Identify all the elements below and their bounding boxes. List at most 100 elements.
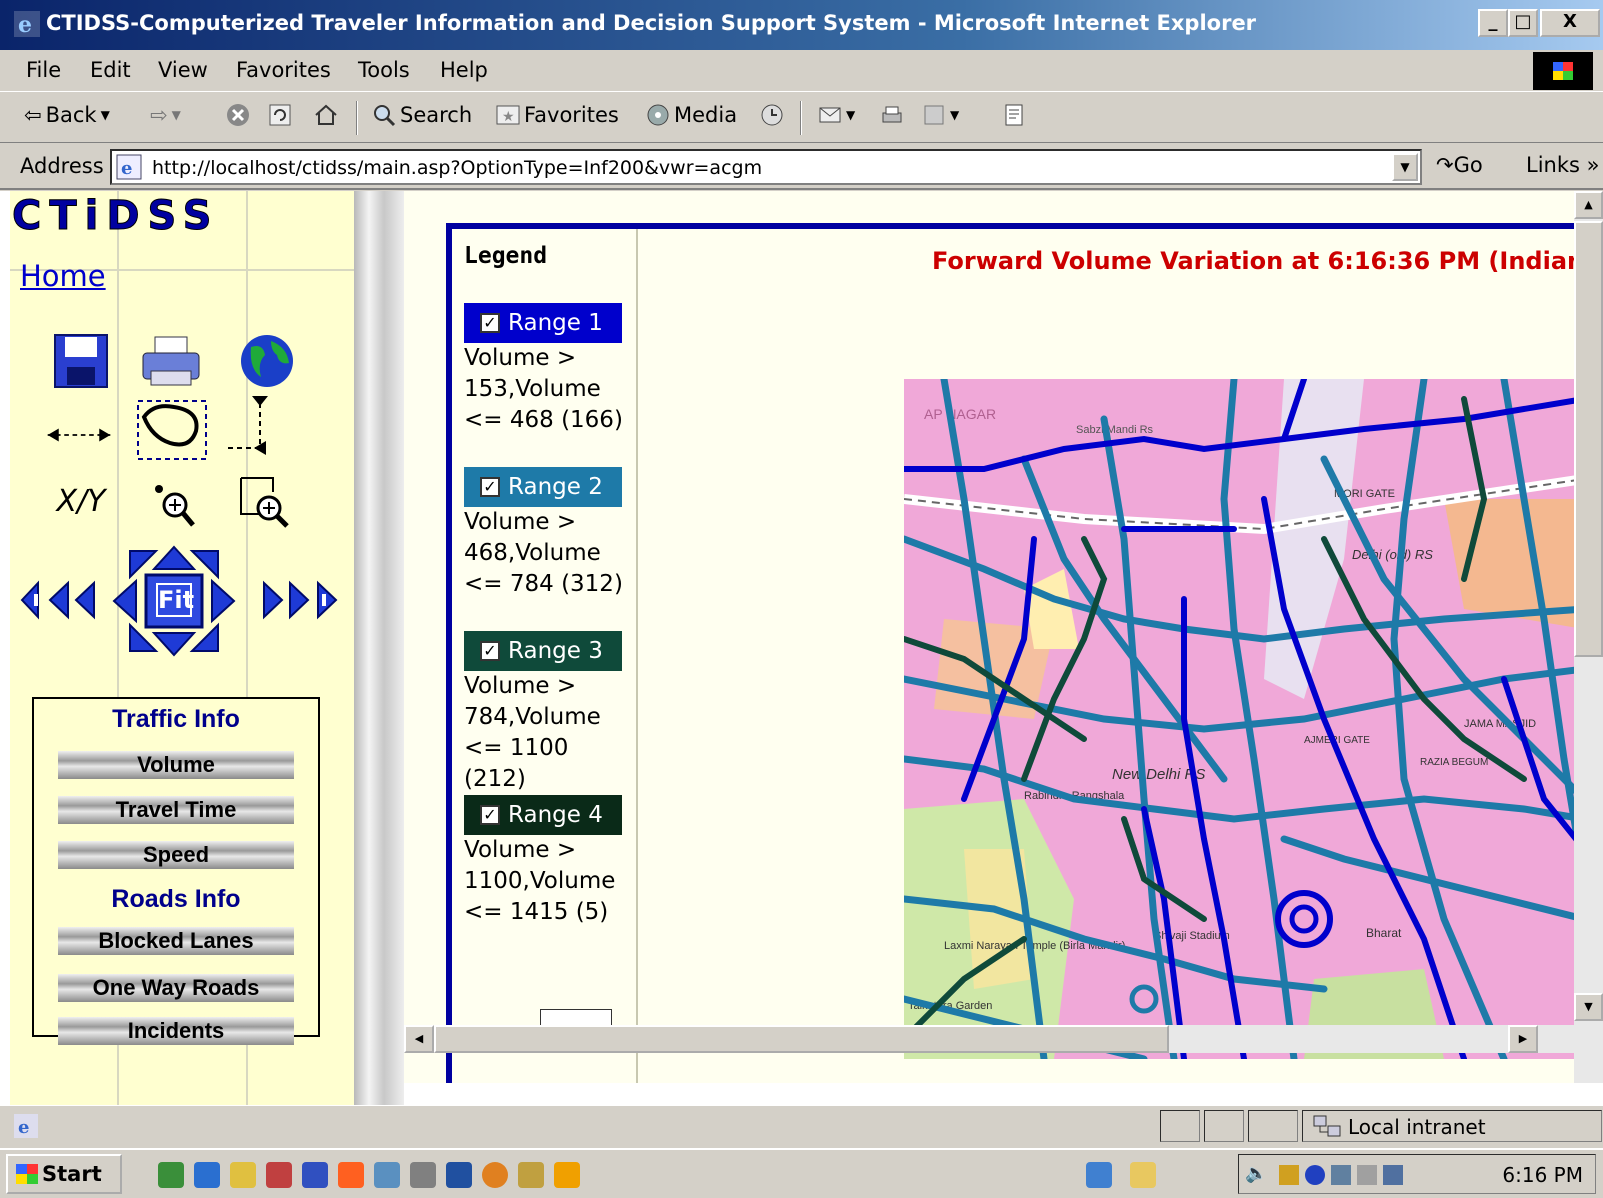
links-button[interactable]: Links » <box>1526 153 1599 177</box>
clock: 6:16 PM <box>1502 1163 1583 1187</box>
close-button[interactable]: X <box>1540 9 1600 37</box>
range-3-description: Volume > 784,Volume <= 1100 (212) <box>464 671 634 795</box>
back-label: Back <box>45 103 97 127</box>
travel-time-button[interactable]: Travel Time <box>58 796 294 824</box>
fit-button[interactable]: Fit <box>156 583 194 617</box>
refresh-button[interactable] <box>268 103 292 127</box>
discuss-button[interactable] <box>1002 103 1026 127</box>
title-bar: e CTIDSS-Computerized Traveler Informati… <box>0 0 1603 50</box>
network-icon[interactable] <box>1383 1165 1403 1185</box>
history-button[interactable] <box>760 103 784 127</box>
menu-favorites[interactable]: Favorites <box>236 58 331 82</box>
move-corner-icon <box>228 396 268 455</box>
horizontal-scrollbar[interactable]: ◀ ▶ <box>404 1025 1574 1053</box>
ie-page-icon: e <box>14 1114 38 1138</box>
menu-edit[interactable]: Edit <box>90 58 131 82</box>
zoom-box-tool-button[interactable] <box>230 473 300 533</box>
favorites-label: Favorites <box>524 103 619 127</box>
save-tool-button[interactable] <box>46 331 116 391</box>
quicklaunch-icon[interactable] <box>230 1162 256 1188</box>
select-region-tool-button[interactable] <box>134 397 210 463</box>
minimize-button[interactable]: _ <box>1478 9 1508 37</box>
range-1-toggle[interactable]: ✓ Range 1 <box>464 303 622 343</box>
range-3-toggle[interactable]: ✓ Range 3 <box>464 631 622 671</box>
move-tool-button[interactable] <box>224 396 294 457</box>
range-4-toggle[interactable]: ✓ Range 4 <box>464 795 622 835</box>
range-3-line2: 784,Volume <box>464 704 601 730</box>
speed-button[interactable]: Speed <box>58 841 294 869</box>
restore-button[interactable]: □ <box>1508 9 1538 37</box>
quicklaunch-icon[interactable] <box>266 1162 292 1188</box>
mail-icon <box>819 107 841 123</box>
quicklaunch-icon[interactable] <box>158 1162 184 1188</box>
media-button[interactable]: Media <box>646 103 737 127</box>
scroll-left-button[interactable]: ◀ <box>404 1025 434 1053</box>
volume-icon[interactable]: 🔈 <box>1245 1163 1267 1184</box>
tray-icon[interactable] <box>1331 1165 1351 1185</box>
home-button[interactable] <box>314 103 338 127</box>
chevron-down-icon: ▼ <box>950 108 960 122</box>
pan-right-button[interactable] <box>238 575 338 625</box>
vertical-scroll-thumb[interactable] <box>1574 221 1603 657</box>
checkbox-checked-icon: ✓ <box>480 641 500 661</box>
quicklaunch-icon[interactable] <box>446 1162 472 1188</box>
zoom-point-tool-button[interactable] <box>138 473 208 533</box>
quicklaunch-icon[interactable] <box>338 1162 364 1188</box>
pan-left-button[interactable] <box>20 575 120 625</box>
horizontal-scroll-thumb[interactable] <box>434 1025 1169 1053</box>
quicklaunch-icon[interactable] <box>482 1162 508 1188</box>
security-zone: Local intranet <box>1312 1114 1486 1140</box>
media-icon <box>647 104 669 126</box>
page-content: CTiDSS Home X/Y Fit Traffic Info Volume … <box>0 191 1603 1105</box>
stop-button[interactable] <box>226 103 250 127</box>
quicklaunch-icon[interactable] <box>554 1162 580 1188</box>
tray-icon[interactable] <box>1357 1165 1377 1185</box>
tray-icon[interactable] <box>1305 1165 1325 1185</box>
taskbar-ie-window[interactable] <box>1086 1162 1112 1188</box>
scroll-up-button[interactable]: ▲ <box>1574 191 1603 219</box>
menu-tools[interactable]: Tools <box>358 58 410 82</box>
search-icon <box>374 105 396 127</box>
range-2-label: Range 2 <box>508 474 603 500</box>
go-button[interactable]: ↷Go <box>1436 153 1483 177</box>
quicklaunch-icon[interactable] <box>374 1162 400 1188</box>
address-input[interactable]: e http://localhost/ctidss/main.asp?Optio… <box>110 149 1422 185</box>
road-network-map[interactable]: AP NAGAR Sabzi Mandi Rs MORI GATE Delhi … <box>904 379 1574 1059</box>
menu-file[interactable]: File <box>26 58 61 82</box>
search-button[interactable]: Search <box>372 103 472 127</box>
back-button[interactable]: ⇦ Back ▼ <box>24 103 110 127</box>
globe-tool-button[interactable] <box>232 331 302 391</box>
range-4-line1: Volume > <box>464 837 577 863</box>
home-link[interactable]: Home <box>20 259 106 293</box>
mail-button[interactable]: ▼ <box>818 103 855 127</box>
quicklaunch-icon[interactable] <box>302 1162 328 1188</box>
range-3-label: Range 3 <box>508 638 603 664</box>
scroll-down-button[interactable]: ▼ <box>1574 993 1603 1021</box>
scroll-right-button[interactable]: ▶ <box>1508 1025 1538 1053</box>
pan-tool-button[interactable] <box>44 405 114 465</box>
menu-help[interactable]: Help <box>440 58 488 82</box>
favorites-button[interactable]: ★ Favorites <box>496 103 619 127</box>
vertical-scrollbar[interactable]: ▲ ▼ <box>1574 191 1603 1083</box>
tray-icon[interactable] <box>1279 1165 1299 1185</box>
quicklaunch-icon[interactable] <box>194 1162 220 1188</box>
forward-button[interactable]: ⇨ ▼ <box>150 103 181 127</box>
incidents-button[interactable]: Incidents <box>58 1017 294 1045</box>
volume-button[interactable]: Volume <box>58 751 294 779</box>
frame-divider[interactable] <box>354 191 404 1105</box>
print-tool-button[interactable] <box>136 331 206 391</box>
start-button[interactable]: Start <box>6 1154 122 1194</box>
taskbar-folder-window[interactable] <box>1130 1162 1156 1188</box>
quicklaunch-icon[interactable] <box>518 1162 544 1188</box>
range-2-toggle[interactable]: ✓ Range 2 <box>464 467 622 507</box>
address-dropdown-button[interactable]: ▼ <box>1392 153 1418 181</box>
menu-view[interactable]: View <box>158 58 208 82</box>
print-button[interactable] <box>880 103 904 127</box>
quicklaunch-icon[interactable] <box>410 1162 436 1188</box>
intranet-icon <box>1313 1115 1341 1137</box>
stop-icon <box>227 104 249 126</box>
one-way-roads-button[interactable]: One Way Roads <box>58 974 294 1002</box>
xy-tool-button[interactable]: X/Y <box>46 471 116 531</box>
blocked-lanes-button[interactable]: Blocked Lanes <box>58 927 294 955</box>
edit-button[interactable]: ▼ <box>922 103 959 127</box>
